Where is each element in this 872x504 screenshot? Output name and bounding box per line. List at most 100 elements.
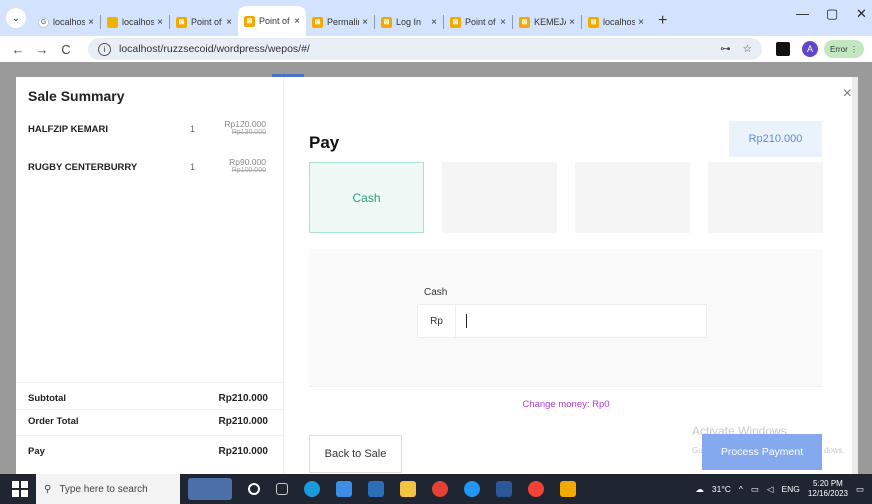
- system-tray: ☁ 31°C ^ ▭ ◁ ENG 5:20 PM 12/16/2023 ▭: [695, 479, 872, 499]
- tab-title: Point of: [259, 16, 290, 26]
- close-icon[interactable]: ×: [500, 17, 506, 28]
- pos-icon: ⊠: [176, 16, 187, 28]
- browser-tab-active[interactable]: ⊠ Point of ×: [238, 6, 306, 36]
- clock[interactable]: 5:20 PM 12/16/2023: [808, 479, 848, 499]
- subtotal-value: Rp210.000: [218, 393, 268, 404]
- sale-summary-panel: Sale Summary HALFZIP KEMARI 1 Rp120.000 R…: [16, 77, 284, 474]
- reload-icon[interactable]: C: [56, 42, 76, 57]
- browser-tab[interactable]: ⊠ Point of ×: [444, 8, 512, 36]
- minimize-icon[interactable]: —: [796, 6, 809, 21]
- search-placeholder: Type here to search: [59, 483, 148, 495]
- cortana-icon[interactable]: [248, 483, 260, 495]
- mail-icon[interactable]: [336, 481, 352, 497]
- payment-method-option[interactable]: [575, 162, 690, 233]
- close-icon[interactable]: ×: [569, 17, 575, 28]
- back-arrow-icon[interactable]: ←: [8, 42, 28, 57]
- item-price-current: Rp90.000: [229, 157, 266, 167]
- url-bar[interactable]: i localhost/ruzzsecoid/wordpress/wepos/#…: [88, 38, 762, 60]
- sale-summary-title: Sale Summary: [28, 88, 125, 104]
- taskbar-search[interactable]: ⚲ Type here to search: [36, 474, 180, 504]
- pos-icon: ⊠: [519, 16, 530, 28]
- network-icon[interactable]: ▭: [751, 484, 759, 495]
- pay-title: Pay: [309, 133, 340, 152]
- browser-tab[interactable]: ⊠ KEMEJA×: [513, 8, 581, 36]
- browser-tab[interactable]: Glocalhost ×: [32, 8, 100, 36]
- divider: [16, 382, 284, 383]
- payment-method-option[interactable]: [442, 162, 557, 233]
- tab-search-button[interactable]: ⌄: [6, 8, 26, 28]
- chrome-canary-icon[interactable]: [528, 481, 544, 497]
- tray-overflow-icon[interactable]: ^: [739, 484, 743, 494]
- bookmark-star-icon[interactable]: ☆: [743, 43, 752, 55]
- tab-title: Permalink: [327, 17, 359, 27]
- pos-icon: ⊠: [588, 16, 599, 28]
- browser-tab[interactable]: ⊠ Point of ×: [170, 8, 238, 36]
- page-overlay: Sale Summary HALFZIP KEMARI 1 Rp120.000 R…: [0, 62, 872, 474]
- tab-title: Point of: [191, 17, 222, 27]
- clock-date: 12/16/2023: [807, 489, 848, 498]
- tab-title: Log In: [396, 17, 422, 27]
- google-icon: G: [38, 16, 49, 28]
- task-view-icon[interactable]: [276, 483, 288, 495]
- summary-item: HALFZIP KEMARI 1 Rp120.000 Rp130.000: [28, 119, 276, 141]
- item-price-current: Rp120.000: [224, 119, 266, 129]
- pay-row: Pay Rp210.000: [28, 446, 268, 457]
- browser-tab[interactable]: ⊠ Log In ×: [375, 8, 443, 36]
- volume-icon[interactable]: ◁: [767, 484, 774, 495]
- process-payment-button[interactable]: Process Payment: [702, 434, 822, 470]
- error-button[interactable]: Error ⋮: [823, 40, 864, 58]
- cash-amount-input[interactable]: Rp: [417, 304, 707, 338]
- notification-icon[interactable]: ▭: [856, 484, 864, 495]
- forward-arrow-icon[interactable]: →: [32, 42, 52, 57]
- close-icon[interactable]: ×: [362, 17, 368, 28]
- tab-title: localhost: [122, 17, 155, 27]
- tab-title: localhost: [53, 17, 86, 27]
- browser-tab[interactable]: localhost ×: [101, 8, 169, 36]
- browser-icon[interactable]: [464, 481, 480, 497]
- password-key-icon[interactable]: ⊶: [720, 43, 731, 55]
- store-icon[interactable]: [368, 481, 384, 497]
- side-panel-icon[interactable]: [775, 42, 790, 56]
- pos-icon: ⊠: [312, 16, 323, 28]
- chrome-icon[interactable]: [432, 481, 448, 497]
- windows-start-icon[interactable]: [12, 481, 28, 497]
- browser-tab[interactable]: ⊠ Permalink×: [306, 8, 374, 36]
- browser-tab[interactable]: ⊠ localhost ×: [582, 8, 650, 36]
- close-icon[interactable]: ×: [294, 16, 300, 27]
- close-icon[interactable]: ×: [431, 17, 437, 28]
- language-indicator[interactable]: ENG: [782, 484, 800, 494]
- payment-method-cash[interactable]: Cash: [309, 162, 424, 233]
- back-to-sale-button[interactable]: Back to Sale: [309, 435, 402, 473]
- payment-method-option[interactable]: [708, 162, 823, 233]
- close-icon[interactable]: ×: [88, 17, 94, 28]
- profile-avatar[interactable]: A: [801, 41, 818, 57]
- item-qty: 1: [190, 162, 196, 172]
- temperature: 31°C: [711, 484, 731, 494]
- item-price: Rp120.000 Rp130.000: [224, 119, 266, 136]
- word-icon[interactable]: [496, 481, 512, 497]
- scrollbar[interactable]: [852, 77, 858, 474]
- pay-label: Pay: [28, 446, 45, 457]
- close-icon[interactable]: ×: [226, 17, 232, 28]
- close-icon[interactable]: ×: [638, 17, 644, 28]
- close-icon[interactable]: ×: [843, 85, 852, 103]
- file-explorer-icon[interactable]: [400, 481, 416, 497]
- new-tab-button[interactable]: +: [658, 12, 667, 30]
- item-name: HALFZIP KEMARI: [28, 124, 109, 135]
- active-indicator: [272, 74, 304, 77]
- tab-title: Point of: [465, 17, 496, 27]
- order-total-row: Order Total Rp210.000: [28, 416, 268, 427]
- window-close-icon[interactable]: ✕: [856, 6, 867, 22]
- subtotal-label: Subtotal: [28, 393, 66, 404]
- pos-app-icon[interactable]: [560, 481, 576, 497]
- error-label: Error: [829, 44, 848, 54]
- address-bar-row: ← → C i localhost/ruzzsecoid/wordpress/w…: [0, 36, 872, 62]
- divider: [16, 409, 284, 410]
- edge-icon[interactable]: [304, 481, 320, 497]
- pos-icon: ⊠: [381, 16, 392, 28]
- site-info-icon[interactable]: i: [98, 42, 111, 56]
- close-icon[interactable]: ×: [157, 17, 163, 28]
- weather-icon[interactable]: ☁: [695, 484, 704, 495]
- maximize-icon[interactable]: ▢: [826, 6, 838, 22]
- news-widget-icon[interactable]: [188, 478, 232, 500]
